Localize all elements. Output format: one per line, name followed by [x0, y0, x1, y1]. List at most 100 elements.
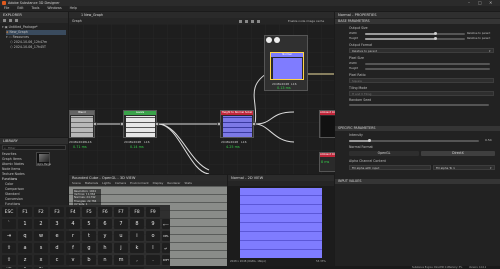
key-h[interactable]: h — [98, 243, 112, 253]
library-search[interactable]: ⌕ Filter — [2, 145, 66, 150]
key-period[interactable]: . — [146, 255, 160, 265]
key-f7[interactable]: F7 — [114, 207, 128, 217]
key-m[interactable]: m — [114, 255, 128, 265]
menu-edit[interactable]: Edit — [17, 6, 23, 11]
key-5[interactable]: 5 — [82, 219, 96, 229]
input-port[interactable] — [217, 122, 221, 126]
output-port[interactable] — [155, 122, 159, 126]
key-v[interactable]: v — [66, 255, 80, 265]
menu-file[interactable]: File — [4, 6, 9, 11]
key-f4[interactable]: F4 — [66, 207, 80, 217]
library-thumbnail[interactable]: Alpha Merge — [36, 152, 51, 166]
node-close-icon[interactable] — [274, 37, 280, 43]
node-depth: L16 — [291, 82, 297, 86]
key-d[interactable]: d — [50, 243, 64, 253]
pixel-ratio-dropdown[interactable]: Square — [349, 78, 494, 83]
menu-help[interactable]: Help — [70, 6, 77, 11]
key-f[interactable]: f — [66, 243, 80, 253]
intensity-slider[interactable] — [349, 139, 479, 143]
key-7[interactable]: 7 — [114, 219, 128, 229]
key-4[interactable]: 4 — [66, 219, 80, 229]
key-delete[interactable]: DEL — [162, 231, 170, 241]
width-slider[interactable] — [365, 32, 465, 36]
graph-node[interactable]: Levels — [123, 110, 157, 138]
key-f3[interactable]: F3 — [50, 207, 64, 217]
section-base-parameters[interactable]: BASE PARAMETERS — [335, 19, 500, 24]
graph-node[interactable]: Normal — [270, 52, 304, 80]
key-r[interactable]: r — [66, 231, 80, 241]
properties-title: Normal - PROPERTIES — [335, 12, 500, 18]
key-g[interactable]: g — [82, 243, 96, 253]
key-6[interactable]: 6 — [98, 219, 112, 229]
key-3[interactable]: 3 — [50, 219, 64, 229]
key-a[interactable]: a — [18, 243, 32, 253]
graph-node[interactable]: Blend — [69, 110, 95, 138]
output-port[interactable] — [93, 122, 97, 126]
open-icon[interactable] — [9, 19, 12, 22]
key-shift-left[interactable]: ⇧ — [2, 255, 16, 265]
key-k[interactable]: k — [130, 243, 144, 253]
height-value[interactable]: Relative to parent — [467, 36, 497, 41]
key-l[interactable]: l — [146, 243, 160, 253]
section-input-values[interactable]: INPUT VALUES — [335, 179, 500, 184]
key-f1[interactable]: F1 — [18, 207, 32, 217]
key-w[interactable]: w — [34, 231, 48, 241]
alpha-dropdown[interactable]: Fill alpha with input — [349, 165, 431, 170]
save-icon[interactable] — [15, 19, 18, 22]
view-2d-zoom[interactable]: 53.33% — [316, 260, 326, 263]
key-f6[interactable]: F6 — [98, 207, 112, 217]
input-port[interactable] — [120, 122, 124, 126]
key-q[interactable]: q — [18, 231, 32, 241]
key-o[interactable]: o — [146, 231, 160, 241]
alpha-option-dropdown[interactable]: Fill alpha To 1 ▾ — [433, 165, 495, 170]
key-2[interactable]: 2 — [34, 219, 48, 229]
graph-node[interactable]: Height to Normal Sobel — [220, 110, 254, 138]
intensity-value[interactable]: 0.54 — [485, 138, 492, 143]
random-seed-label: Random Seed — [349, 98, 372, 102]
key-backtick[interactable]: ` — [2, 219, 16, 229]
key-f2[interactable]: F2 — [34, 207, 48, 217]
output-format-dropdown[interactable]: Relative to parent ▾ — [349, 48, 494, 53]
key-8[interactable]: 8 — [130, 219, 144, 229]
key-enter[interactable]: ↵ — [162, 243, 170, 253]
pixel-width-slider[interactable] — [365, 63, 490, 65]
menu-tools[interactable]: Tools — [32, 6, 40, 11]
key-t[interactable]: t — [82, 231, 96, 241]
key-comma[interactable]: , — [130, 255, 144, 265]
key-f8[interactable]: F8 — [130, 207, 144, 217]
key-j[interactable]: j — [114, 243, 128, 253]
section-specific-parameters[interactable]: SPECIFIC PARAMETERS — [335, 126, 500, 131]
tree-item[interactable]: ⬡ 2024-10-06_17h45T — [10, 45, 66, 50]
key-b[interactable]: b — [82, 255, 96, 265]
opengl-button[interactable]: OpenGL — [349, 151, 419, 156]
directx-button[interactable]: DirectX — [421, 151, 495, 156]
key-esc[interactable]: ESC — [2, 207, 16, 217]
menu-windows[interactable]: Windows — [47, 6, 61, 11]
key-capslock[interactable]: ⇪ — [2, 243, 16, 253]
pixel-height-slider[interactable] — [365, 68, 490, 70]
random-seed-slider[interactable] — [349, 104, 489, 106]
new-icon[interactable] — [3, 19, 6, 22]
node-thumbnail — [223, 116, 252, 137]
normal-map-preview[interactable] — [240, 188, 322, 258]
key-s[interactable]: s — [34, 243, 48, 253]
key-e[interactable]: e — [50, 231, 64, 241]
key-x[interactable]: x — [34, 255, 48, 265]
key-9[interactable]: 9 — [146, 219, 160, 229]
key-y[interactable]: y — [98, 231, 112, 241]
output-port[interactable] — [252, 122, 256, 126]
key-shift-right[interactable]: SHIFT — [162, 255, 170, 265]
key-n[interactable]: n — [98, 255, 112, 265]
key-1[interactable]: 1 — [18, 219, 32, 229]
key-u[interactable]: u — [114, 231, 128, 241]
key-c[interactable]: c — [50, 255, 64, 265]
tiling-dropdown[interactable]: H and V Tiling — [349, 91, 494, 96]
node-toggle-icon[interactable] — [266, 37, 272, 43]
key-i[interactable]: i — [130, 231, 144, 241]
key-backspace[interactable]: ⟵ — [162, 219, 170, 229]
key-tab[interactable]: ⇥ — [2, 231, 16, 241]
key-f9[interactable]: F9 — [146, 207, 160, 217]
key-f5[interactable]: F5 — [82, 207, 96, 217]
key-z[interactable]: z — [18, 255, 32, 265]
height-slider[interactable] — [365, 37, 465, 41]
